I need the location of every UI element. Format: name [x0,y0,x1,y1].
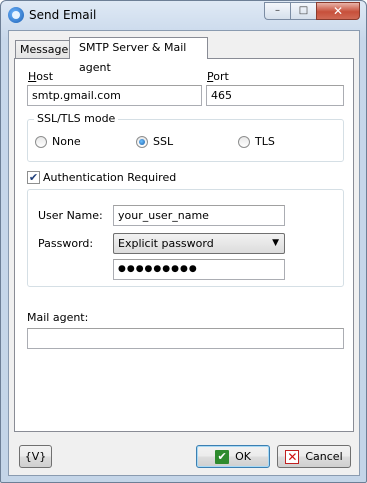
variables-button[interactable]: {V} [19,445,52,468]
checkbox-check-icon: ✔ [27,171,40,184]
cancel-label: Cancel [305,450,343,463]
ssl-mode-group: SSL/TLS mode None SSL TLS [27,112,344,162]
port-label: Port [207,70,229,83]
window-title: Send Email [29,8,97,22]
ok-button[interactable]: ✔ OK [196,445,270,468]
dialog-body: Message SMTP Server & Mail agent Host sm… [8,30,360,476]
tab-smtp-server[interactable]: SMTP Server & Mail agent [69,37,208,74]
auth-required-label: Authentication Required [43,171,177,184]
radio-tls-label: TLS [255,135,275,148]
password-mode-select[interactable]: Explicit password ▼ [113,233,285,254]
mail-agent-input[interactable] [27,328,344,349]
cancel-button[interactable]: ✕ Cancel [277,445,351,468]
password-label: Password: [38,237,94,250]
radio-tls[interactable]: TLS [238,135,275,148]
radio-ssl-label: SSL [153,135,174,148]
radio-none[interactable]: None [35,135,81,148]
close-button[interactable]: ✕ [316,2,360,20]
radio-ssl[interactable]: SSL [136,135,173,148]
title-bar[interactable]: Send Email – □ ✕ [1,1,366,29]
maximize-button[interactable]: □ [290,2,316,20]
username-input[interactable]: your_user_name [113,205,285,226]
radio-tls-indicator [238,135,250,148]
host-label: Host [28,70,54,83]
mail-agent-label: Mail agent: [27,311,89,324]
radio-none-indicator [35,135,47,148]
radio-ssl-indicator [136,135,148,148]
ok-label: OK [235,450,251,463]
auth-group: User Name: your_user_name Password: Expl… [27,189,344,287]
port-input[interactable]: 465 [206,85,344,106]
cross-icon: ✕ [285,449,300,464]
app-icon [8,7,24,23]
auth-required-checkbox[interactable]: ✔ Authentication Required [27,171,176,184]
window-controls: – □ ✕ [264,2,360,20]
radio-none-label: None [52,135,81,148]
host-input[interactable]: smtp.gmail.com [27,85,202,106]
smtp-tab-panel: Host smtp.gmail.com Port 465 SSL/TLS mod… [14,58,354,432]
dialog-window: Send Email – □ ✕ Message SMTP Server & M… [0,0,367,483]
password-mode-value: Explicit password [118,237,214,250]
ssl-mode-title: SSL/TLS mode [34,112,119,125]
chevron-down-icon: ▼ [272,238,279,248]
username-label: User Name: [38,209,103,222]
minimize-button[interactable]: – [264,2,290,20]
password-input[interactable]: ●●●●●●●●● [113,259,285,280]
check-icon: ✔ [215,449,230,464]
tab-message[interactable]: Message [15,40,70,58]
